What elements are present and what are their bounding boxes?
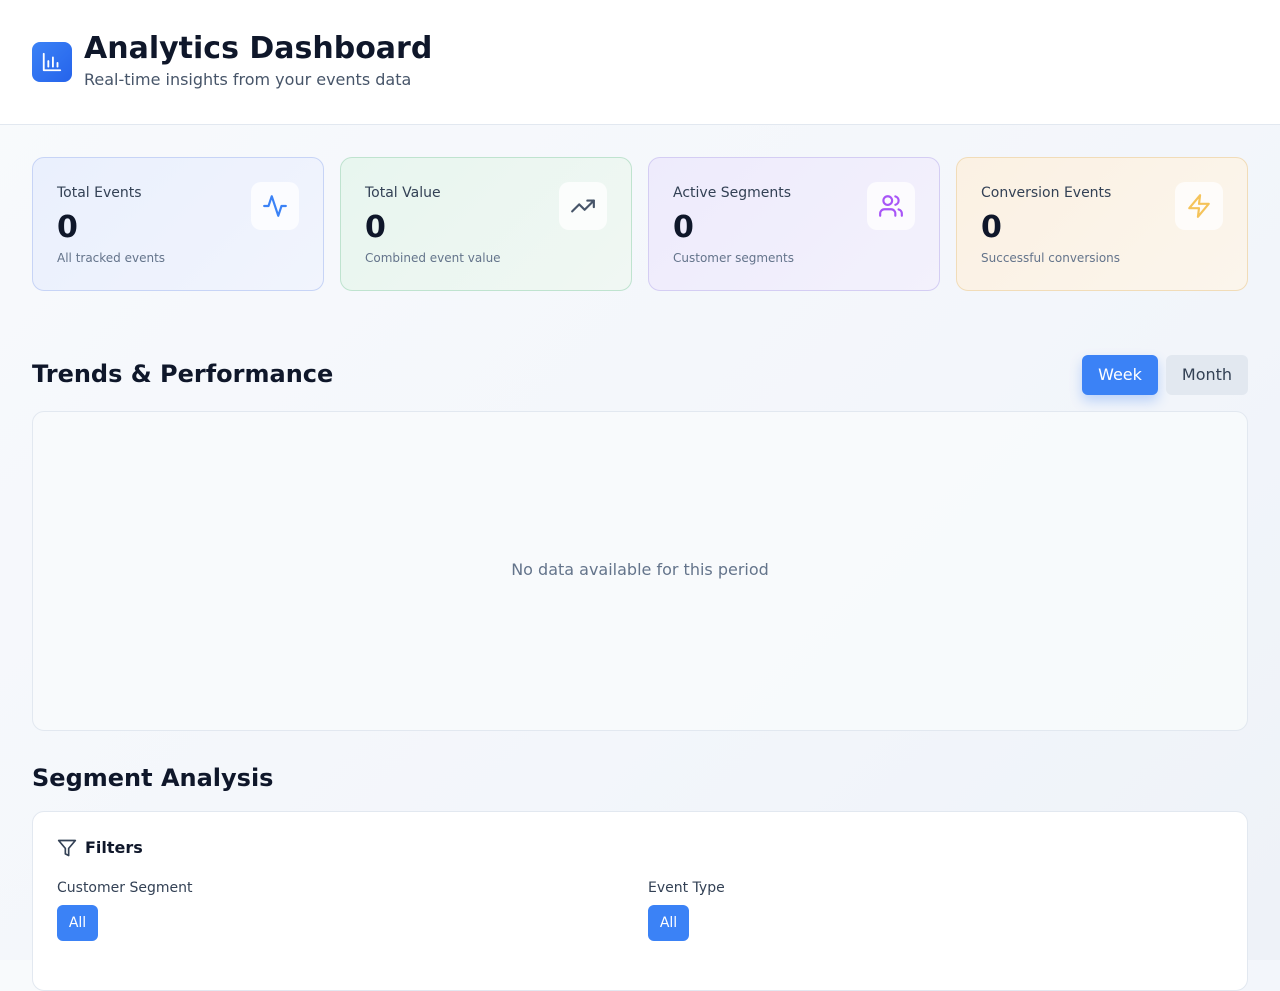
filters-panel: Filters Customer Segment All Event Type … [32,811,1248,991]
filter-icon [57,838,77,858]
stat-card-total-value: Total Value 0 Combined event value [340,157,632,291]
stat-value: 0 [981,210,1002,245]
stat-label: Active Segments [673,185,792,201]
page-title: Analytics Dashboard [84,31,433,66]
stat-label: Conversion Events [981,185,1112,201]
stat-label: Total Events [57,185,142,201]
filters-header: Filters [57,838,143,858]
page-subtitle: Real-time insights from your events data [84,70,412,89]
stat-card-conversion-events: Conversion Events 0 Successful conversio… [956,157,1248,291]
stat-value: 0 [673,210,694,245]
trends-section-title: Trends & Performance [32,360,334,388]
week-toggle-button[interactable]: Week [1082,355,1158,395]
bar-chart-icon [32,42,72,82]
event-type-all-chip[interactable]: All [648,905,689,941]
stat-card-total-events: Total Events 0 All tracked events [32,157,324,291]
stat-value: 0 [365,210,386,245]
stat-value: 0 [57,210,78,245]
stat-description: All tracked events [57,251,166,265]
users-icon [867,182,915,230]
customer-segment-all-chip[interactable]: All [57,905,98,941]
event-type-label: Event Type [648,880,725,896]
stat-description: Successful conversions [981,251,1121,265]
empty-state-message: No data available for this period [511,560,769,579]
trending-up-icon [559,182,607,230]
page-header: Analytics Dashboard Real-time insights f… [0,0,1280,125]
segment-section-title: Segment Analysis [32,764,274,792]
activity-icon [251,182,299,230]
month-toggle-button[interactable]: Month [1166,355,1248,395]
zap-icon [1175,182,1223,230]
trends-chart-area: No data available for this period [32,411,1248,731]
stat-card-active-segments: Active Segments 0 Customer segments [648,157,940,291]
stat-description: Combined event value [365,251,501,265]
customer-segment-label: Customer Segment [57,880,193,896]
stat-label: Total Value [365,185,441,201]
filters-title: Filters [85,838,143,857]
stat-description: Customer segments [673,251,794,265]
